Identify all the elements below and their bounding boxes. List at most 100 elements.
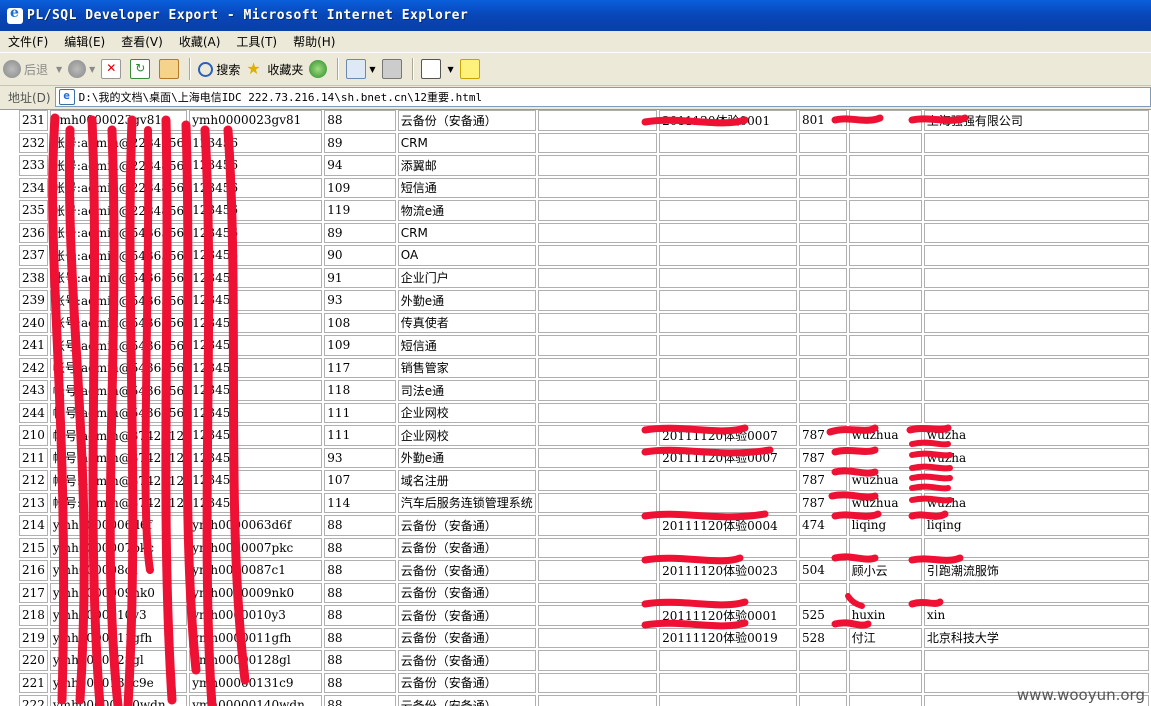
table-cell: 123456: [189, 245, 323, 266]
table-cell: [798, 267, 847, 288]
messenger-button[interactable]: [459, 57, 483, 81]
table-cell: [923, 537, 1149, 558]
stop-button[interactable]: ✕: [101, 57, 124, 81]
table-cell: xin: [923, 605, 1149, 626]
table-cell: [537, 222, 658, 243]
table-row: 231 ymh0000023gv81 ymh0000023gv81 88 云备份（安备通…: [19, 110, 1149, 131]
stop-icon: ✕: [101, 59, 122, 79]
table-cell: 88: [324, 515, 396, 536]
table-cell: [923, 267, 1149, 288]
table-cell: [659, 380, 797, 401]
table-cell: [848, 380, 922, 401]
table-cell: [923, 290, 1149, 311]
mail-button[interactable]: ▼: [346, 57, 376, 81]
refresh-icon: ↻: [130, 59, 151, 79]
table-cell: 235: [19, 200, 48, 221]
menu-favorites[interactable]: 收藏(A): [171, 33, 229, 50]
menu-edit[interactable]: 编辑(E): [56, 33, 113, 50]
table-cell: [848, 335, 922, 356]
table-cell: 210: [19, 425, 48, 446]
home-button[interactable]: [159, 57, 182, 81]
table-cell: 123456: [189, 380, 323, 401]
edit-button[interactable]: ▼: [420, 57, 454, 81]
table-cell: [848, 312, 922, 333]
table-cell: [659, 582, 797, 603]
table-cell: 引跑潮流服饰: [923, 560, 1149, 581]
table-cell: wuzhua: [848, 470, 922, 491]
table-cell: 域名注册: [397, 470, 536, 491]
table-cell: [537, 402, 658, 423]
table-row: 240 帐号:admin@5436556 123456 108 传真使者: [19, 312, 1149, 333]
refresh-button[interactable]: ↻: [130, 57, 153, 81]
address-input[interactable]: e D:\我的文档\桌面\上海电信IDC 222.73.216.14\sh.bn…: [54, 87, 1151, 107]
table-cell: [798, 177, 847, 198]
table-cell: 234: [19, 177, 48, 198]
table-cell: 帐号:admin@5436556: [49, 290, 188, 311]
table-cell: [537, 582, 658, 603]
table-cell: ymh0000007pkc: [189, 537, 323, 558]
table-cell: 帐号:admin@5436556: [49, 335, 188, 356]
table-cell: 233: [19, 155, 48, 176]
table-cell: 238: [19, 267, 48, 288]
table-cell: 117: [324, 357, 396, 378]
table-cell: 顾小云: [848, 560, 922, 581]
table-cell: 216: [19, 560, 48, 581]
menu-help[interactable]: 帮助(H): [285, 33, 343, 50]
table-cell: 123456: [189, 425, 323, 446]
watermark: www.wooyun.org: [1016, 686, 1145, 704]
table-row: 219 ymh0000011gfh ymh0000011gfh 88 云备份（安备通） 2…: [19, 627, 1149, 648]
menu-file[interactable]: 文件(F): [0, 33, 56, 50]
favorites-button[interactable]: ★ 收藏夹: [246, 57, 303, 81]
table-cell: 云备份（安备通）: [397, 627, 536, 648]
table-cell: 帐号:admin@3742212: [49, 470, 188, 491]
table-cell: [798, 380, 847, 401]
table-cell: [659, 155, 797, 176]
chevron-down-icon[interactable]: ▼: [89, 65, 95, 74]
table-cell: [848, 132, 922, 153]
menu-tools[interactable]: 工具(T): [228, 33, 285, 50]
table-cell: [537, 177, 658, 198]
table-cell: [798, 537, 847, 558]
table-cell: 云备份（安备通）: [397, 537, 536, 558]
chevron-down-icon[interactable]: ▼: [448, 65, 454, 74]
table-cell: 241: [19, 335, 48, 356]
table-cell: 123456: [189, 200, 323, 221]
table-cell: 123456: [189, 155, 323, 176]
table-cell: [923, 177, 1149, 198]
back-button[interactable]: 后退 ▼: [3, 57, 62, 81]
table-cell: 云备份（安备通）: [397, 650, 536, 671]
table-cell: 88: [324, 650, 396, 671]
search-button[interactable]: 搜索: [198, 57, 240, 81]
print-button[interactable]: [381, 57, 405, 81]
chevron-down-icon[interactable]: ▼: [369, 65, 375, 74]
table-cell: 787: [798, 447, 847, 468]
table-cell: [848, 402, 922, 423]
table-cell: [923, 357, 1149, 378]
table-cell: [923, 155, 1149, 176]
menu-view[interactable]: 查看(V): [113, 33, 171, 50]
table-cell: 云备份（安备通）: [397, 560, 536, 581]
ie-icon: [7, 5, 23, 24]
table-cell: wuzhua: [848, 425, 922, 446]
table-cell: 20111120体验0023: [659, 560, 797, 581]
table-cell: 218: [19, 605, 48, 626]
table-cell: ymh0000009nk0: [49, 582, 188, 603]
table-cell: 787: [798, 470, 847, 491]
table-cell: [798, 650, 847, 671]
table-cell: 物流e通: [397, 200, 536, 221]
table-cell: 94: [324, 155, 396, 176]
table-cell: ymh0000006d6f: [49, 515, 188, 536]
table-row: 243 帐号:admin@5436556 123456 118 司法e通: [19, 380, 1149, 401]
address-label: 地址(D): [8, 90, 51, 105]
table-cell: 123456: [189, 312, 323, 333]
table-cell: ymh000008c1: [49, 560, 188, 581]
table-cell: [848, 537, 922, 558]
forward-button[interactable]: ▼: [68, 57, 95, 81]
history-button[interactable]: [309, 57, 330, 81]
table-row: 241 帐号:admin@5436556 123456 109 短信通: [19, 335, 1149, 356]
table-cell: 添翼邮: [397, 155, 536, 176]
window-title: PL/SQL Developer Export - Microsoft Inte…: [27, 8, 469, 23]
table-cell: [537, 357, 658, 378]
chevron-down-icon[interactable]: ▼: [56, 65, 62, 74]
table-row: 212 帐号:admin@3742212 123456 107 域名注册 787 wuzhu…: [19, 470, 1149, 491]
